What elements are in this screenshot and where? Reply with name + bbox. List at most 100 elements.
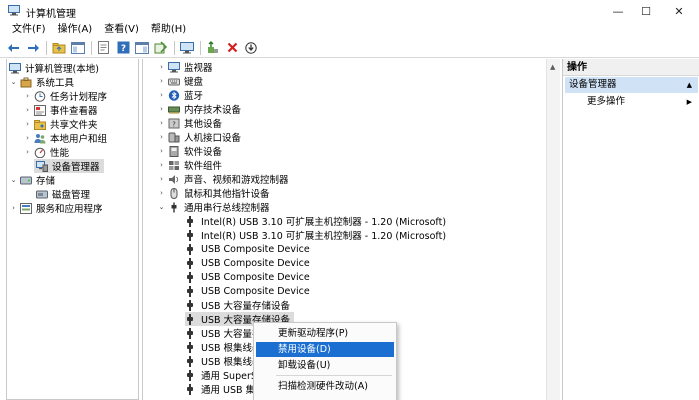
- usb-connector-icon: [187, 299, 193, 311]
- device-row-label: Intel(R) USB 3.10 可扩展主机控制器 - 1.20 (Micro…: [201, 217, 447, 228]
- properties-button[interactable]: [96, 40, 112, 56]
- device-row-label: 软件组件: [184, 161, 223, 172]
- toolbar-separator: [174, 40, 175, 55]
- context-menu: 更新驱动程序(P) 禁用设备(D) 卸载设备(U) 扫描检测硬件改动(A): [253, 322, 397, 400]
- toolbar-separator: [91, 40, 92, 55]
- expand-chevron-icon[interactable]: ›: [23, 106, 32, 114]
- device-category-row[interactable]: ›? 其他设备: [157, 116, 222, 130]
- computer-management-window: 计算机管理 — ☐ ✕ 文件(F) 操作(A) 查看(V) 帮助(H) ? 计算…: [0, 0, 699, 400]
- usb-device-row[interactable]: USB Composite Device: [185, 270, 314, 284]
- expand-chevron-icon[interactable]: ›: [23, 120, 32, 128]
- forward-button[interactable]: [25, 40, 41, 56]
- device-category-row[interactable]: › 内存技术设备: [157, 102, 241, 116]
- expand-chevron-icon[interactable]: ›: [23, 148, 32, 156]
- device-category-row[interactable]: › 键盘: [157, 74, 203, 88]
- expand-chevron-icon[interactable]: ›: [157, 91, 166, 99]
- expand-chevron-icon[interactable]: ›: [157, 189, 166, 197]
- submenu-arrow-icon: ▶: [686, 98, 692, 106]
- menu-item-disable-device[interactable]: 禁用设备(D): [256, 342, 394, 357]
- scroll-up-arrow-icon[interactable]: ▲: [550, 63, 555, 71]
- expand-chevron-icon[interactable]: ›: [23, 134, 32, 142]
- tree-item-task-scheduler[interactable]: › 任务计划程序: [23, 89, 107, 103]
- scan-hardware-icon: [154, 41, 168, 54]
- menu-action[interactable]: 操作(A): [52, 22, 99, 38]
- expand-chevron-icon[interactable]: ›: [157, 105, 166, 113]
- tree-root[interactable]: 计算机管理(本地): [9, 61, 99, 75]
- action-pane-button[interactable]: [134, 40, 150, 56]
- usb-device-row[interactable]: USB 大容量存储设备: [185, 298, 294, 312]
- uninstall-device-button[interactable]: [224, 40, 240, 56]
- menu-file[interactable]: 文件(F): [0, 22, 52, 38]
- display-button[interactable]: [179, 40, 195, 56]
- software-component-icon: [168, 160, 180, 171]
- update-driver-button[interactable]: [205, 40, 221, 56]
- show-hide-tree-button[interactable]: [70, 40, 86, 56]
- menu-item-update-driver[interactable]: 更新驱动程序(P): [256, 326, 394, 341]
- tree-item-label: 服务和应用程序: [36, 204, 103, 215]
- usb-device-row[interactable]: USB Composite Device: [185, 284, 314, 298]
- expand-chevron-icon[interactable]: ›: [157, 63, 166, 71]
- expand-chevron-icon[interactable]: ›: [157, 77, 166, 85]
- more-actions-item[interactable]: 更多操作 ▶: [565, 94, 698, 110]
- scan-button[interactable]: [153, 40, 169, 56]
- collapse-chevron-icon[interactable]: ⌄: [157, 203, 166, 211]
- expand-chevron-icon[interactable]: ›: [157, 133, 166, 141]
- device-category-row[interactable]: › 蓝牙: [157, 88, 203, 102]
- device-category-row[interactable]: › 软件组件: [157, 158, 222, 172]
- tree-item-event-viewer[interactable]: › 事件查看器: [23, 103, 98, 117]
- up-one-level-button[interactable]: [51, 40, 67, 56]
- tree-item-label: 磁盘管理: [52, 190, 91, 201]
- device-category-row[interactable]: ⌄ 通用串行总线控制器: [157, 200, 270, 214]
- collapse-chevron-icon[interactable]: ⌄: [9, 176, 18, 184]
- device-tree-scrollbar[interactable]: ▲: [546, 59, 560, 400]
- memory-icon: [168, 104, 180, 115]
- expand-chevron-icon[interactable]: ›: [9, 204, 18, 212]
- collapse-arrow-icon[interactable]: ▲: [687, 77, 692, 93]
- device-category-row[interactable]: › 声音、视频和游戏控制器: [157, 172, 289, 186]
- tree-item-local-users[interactable]: › 本地用户和组: [23, 131, 107, 145]
- tree-item-services-apps[interactable]: › 服务和应用程序: [9, 201, 103, 215]
- device-category-row[interactable]: › 人机接口设备: [157, 130, 241, 144]
- expand-chevron-icon[interactable]: ›: [157, 175, 166, 183]
- usb-connector-icon: [187, 383, 193, 395]
- red-x-icon: [227, 42, 237, 53]
- back-button[interactable]: [6, 40, 22, 56]
- usb-icon: [168, 202, 180, 213]
- tree-item-performance[interactable]: › 性能: [23, 145, 69, 159]
- usb-device-row[interactable]: Intel(R) USB 3.10 可扩展主机控制器 - 1.20 (Micro…: [185, 228, 450, 242]
- tree-item-shared-folders[interactable]: › 共享文件夹: [23, 117, 98, 131]
- tree-item-disk-management[interactable]: 磁盘管理: [34, 187, 90, 201]
- device-category-row[interactable]: › 监视器: [157, 60, 213, 74]
- usb-connector-icon: [187, 243, 193, 255]
- usb-device-row[interactable]: Intel(R) USB 3.10 可扩展主机控制器 - 1.20 (Micro…: [185, 214, 450, 228]
- usb-device-row[interactable]: USB Composite Device: [185, 256, 314, 270]
- expand-chevron-icon[interactable]: ›: [157, 147, 166, 155]
- menu-help[interactable]: 帮助(H): [145, 22, 192, 38]
- device-category-row[interactable]: › 鼠标和其他指针设备: [157, 186, 270, 200]
- usb-device-row[interactable]: 通用 USB 集: [185, 382, 259, 396]
- disable-device-button[interactable]: [243, 40, 259, 56]
- collapse-chevron-icon[interactable]: ⌄: [9, 78, 18, 86]
- usb-device-row[interactable]: USB Composite Device: [185, 242, 314, 256]
- tree-item-device-manager[interactable]: 设备管理器: [34, 159, 104, 173]
- expand-chevron-icon[interactable]: ›: [157, 161, 166, 169]
- device-row-label: USB Composite Device: [201, 271, 310, 283]
- actions-section-device-manager[interactable]: 设备管理器 ▲: [565, 77, 698, 93]
- toolbar: ?: [0, 38, 699, 58]
- close-button[interactable]: ✕: [659, 0, 699, 22]
- device-category-row[interactable]: › 软件设备: [157, 144, 222, 158]
- menu-item-scan-hardware[interactable]: 扫描检测硬件改动(A): [256, 379, 394, 394]
- menu-view[interactable]: 查看(V): [98, 22, 145, 38]
- device-row-label: 其他设备: [184, 119, 223, 130]
- sound-icon: [168, 174, 180, 185]
- services-icon: [20, 202, 32, 214]
- tree-item-label: 存储: [36, 176, 56, 187]
- menu-item-uninstall-device[interactable]: 卸载设备(U): [256, 358, 394, 373]
- expand-chevron-icon[interactable]: ›: [157, 119, 166, 127]
- tree-item-system-tools[interactable]: ⌄ 系统工具: [9, 75, 74, 89]
- help-button[interactable]: ?: [115, 40, 131, 56]
- toolbar-separator: [200, 40, 201, 55]
- tree-item-storage[interactable]: ⌄ 存储: [9, 173, 55, 187]
- expand-chevron-icon[interactable]: ›: [23, 92, 32, 100]
- tree-item-label: 事件查看器: [50, 106, 98, 117]
